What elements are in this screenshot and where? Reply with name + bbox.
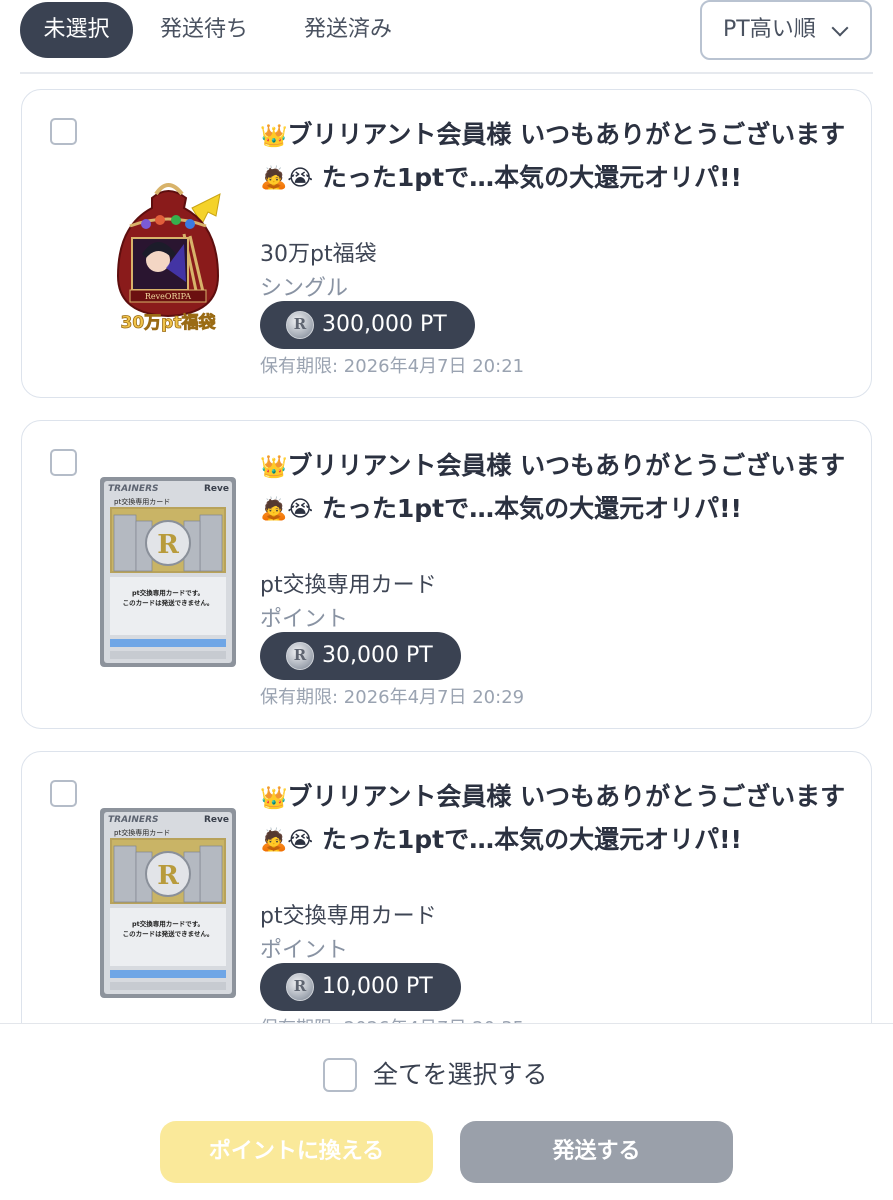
ship-button[interactable]: 発送する bbox=[460, 1121, 733, 1183]
item-card[interactable]: ReveORIPA 30万pt福袋 👑ブリリアント会員様 いつもありがとうござい… bbox=[21, 89, 872, 398]
item-category: ポイント bbox=[260, 938, 349, 963]
card-header-text: TRAINERS bbox=[108, 484, 158, 494]
item-title: 👑ブリリアント会員様 いつもありがとうございます 🙇😭 たった1ptで…本気の大還… bbox=[260, 776, 850, 861]
item-checkbox[interactable] bbox=[50, 449, 77, 476]
chevron-down-icon bbox=[831, 19, 849, 37]
item-title-text-2: たった1ptで…本気の大還元オリパ!! bbox=[313, 824, 742, 854]
item-title: 👑ブリリアント会員様 いつもありがとうございます 🙇😭 たった1ptで…本気の大還… bbox=[260, 114, 850, 199]
crown-icon: 👑 bbox=[260, 454, 288, 480]
card-label-text: pt交換専用カード bbox=[114, 497, 170, 506]
item-name: pt交換専用カード bbox=[260, 904, 437, 929]
expiry-date: 保有期限: 2026年4月7日 20:29 bbox=[260, 687, 525, 708]
coin-icon: R bbox=[286, 642, 314, 670]
card-corner-text: Reve bbox=[204, 484, 229, 494]
exchange-card-image: TRAINERS Reve pt交換専用カード R pt交換専用カードです。 こ… bbox=[100, 808, 236, 998]
crying-face-icon: 😭 bbox=[287, 828, 314, 853]
card-note-2: このカードは発送できません。 bbox=[123, 598, 214, 607]
coin-icon: R bbox=[286, 973, 314, 1001]
crying-face-icon: 😭 bbox=[287, 166, 314, 191]
tab-awaiting-shipment[interactable]: 発送待ち bbox=[160, 2, 248, 58]
exchange-card-image: TRAINERS Reve pt交換専用カード R pt交換専用カードです。 こ… bbox=[100, 477, 236, 667]
expiry-date: 保有期限: 2026年4月7日 20:21 bbox=[260, 356, 525, 377]
image-caption: 30万pt福袋 bbox=[121, 312, 217, 333]
coin-icon: R bbox=[286, 311, 314, 339]
item-title-text: ブリリアント会員様 いつもありがとうございます bbox=[287, 782, 846, 811]
bowing-person-icon: 🙇 bbox=[260, 497, 288, 522]
item-title-text-2: たった1ptで…本気の大還元オリパ!! bbox=[313, 162, 742, 192]
points-badge: R 300,000 PT bbox=[260, 301, 475, 349]
points-value: 30,000 PT bbox=[322, 643, 433, 668]
card-header-text: TRAINERS bbox=[108, 815, 158, 825]
sort-label: PT高い順 bbox=[723, 17, 816, 42]
lucky-bag-image: ReveORIPA 30万pt福袋 bbox=[116, 183, 221, 333]
divider bbox=[20, 72, 873, 74]
select-all-label: 全てを選択する bbox=[373, 1060, 548, 1089]
bowing-person-icon: 🙇 bbox=[260, 166, 288, 191]
tab-unselected[interactable]: 未選択 bbox=[20, 2, 133, 58]
item-checkbox[interactable] bbox=[50, 118, 77, 145]
convert-to-points-button[interactable]: ポイントに換える bbox=[160, 1121, 433, 1183]
crown-icon: 👑 bbox=[260, 785, 288, 811]
item-card[interactable]: TRAINERS Reve pt交換専用カード R pt交換専用カードです。 こ… bbox=[21, 751, 872, 1060]
crown-icon: 👑 bbox=[260, 123, 288, 149]
tab-shipped[interactable]: 発送済み bbox=[304, 2, 392, 58]
item-checkbox[interactable] bbox=[50, 780, 77, 807]
crying-face-icon: 😭 bbox=[287, 497, 314, 522]
item-name: 30万pt福袋 bbox=[260, 242, 377, 267]
status-tabs: 未選択 発送待ち 発送済み PT高い順 bbox=[0, 0, 893, 74]
item-title-text: ブリリアント会員様 いつもありがとうございます bbox=[287, 451, 846, 480]
card-note-1: pt交換専用カードです。 bbox=[132, 588, 204, 597]
bottom-action-bar: 全てを選択する ポイントに換える 発送する bbox=[0, 1023, 893, 1200]
points-value: 300,000 PT bbox=[322, 312, 447, 337]
card-label-text: pt交換専用カード bbox=[114, 828, 170, 837]
item-category: シングル bbox=[260, 276, 349, 301]
item-title: 👑ブリリアント会員様 いつもありがとうございます 🙇😭 たった1ptで…本気の大還… bbox=[260, 445, 850, 530]
card-note-2: このカードは発送できません。 bbox=[123, 929, 214, 938]
item-title-text: ブリリアント会員様 いつもありがとうございます bbox=[287, 120, 846, 149]
points-badge: R 10,000 PT bbox=[260, 963, 461, 1011]
checkbox-icon[interactable] bbox=[323, 1058, 357, 1092]
item-category: ポイント bbox=[260, 607, 349, 632]
sort-dropdown[interactable]: PT高い順 bbox=[700, 0, 872, 60]
item-card[interactable]: TRAINERS Reve pt交換専用カード R pt交換専用カードです。 こ… bbox=[21, 420, 872, 729]
card-note-1: pt交換専用カードです。 bbox=[132, 919, 204, 928]
image-brand-text: ReveORIPA bbox=[145, 292, 191, 301]
points-value: 10,000 PT bbox=[322, 974, 433, 999]
card-corner-text: Reve bbox=[204, 815, 229, 825]
item-title-text-2: たった1ptで…本気の大還元オリパ!! bbox=[313, 493, 742, 523]
points-badge: R 30,000 PT bbox=[260, 632, 461, 680]
bowing-person-icon: 🙇 bbox=[260, 828, 288, 853]
card-coin-letter: R bbox=[157, 530, 179, 560]
card-coin-letter: R bbox=[157, 861, 179, 891]
item-name: pt交換専用カード bbox=[260, 573, 437, 598]
